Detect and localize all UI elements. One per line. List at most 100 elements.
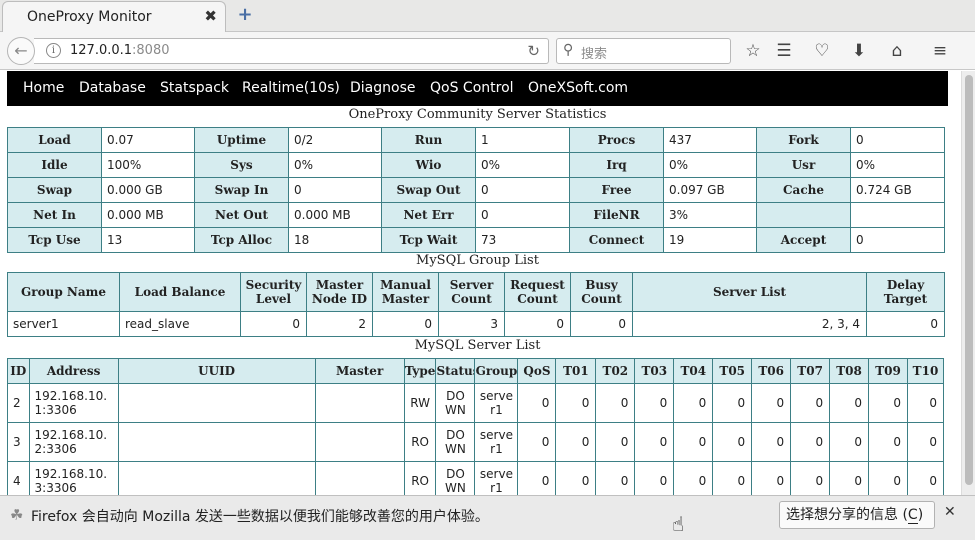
- page-content: Home Database Statspack Realtime(10s) Di…: [0, 71, 975, 495]
- table-cell: 0: [751, 422, 792, 462]
- stat-label: Connect: [569, 227, 664, 253]
- table-cell: 0: [555, 461, 597, 495]
- stat-label: Irq: [569, 152, 664, 178]
- column-header: Type: [403, 358, 437, 384]
- reload-icon[interactable]: ↻: [527, 42, 540, 60]
- stat-label: Net Out: [194, 202, 289, 228]
- table-row: 3 192.168.10.2:3306 RO DOWN server1 0 0 0 0 0 0 0 0 0…: [7, 422, 944, 462]
- stat-value: 0%: [288, 152, 382, 178]
- url-bar[interactable]: i 127.0.0.1:8080 ↻: [34, 38, 549, 64]
- column-header: T10: [907, 358, 944, 384]
- stat-value: 0.07: [101, 127, 195, 153]
- search-input[interactable]: ⚲ 搜索: [556, 38, 731, 64]
- stat-label: Run: [381, 127, 476, 153]
- stats-row: Swap 0.000 GB Swap In 0 Swap Out 0 Free 0.097 G…: [7, 177, 945, 203]
- table-cell: RO: [403, 422, 437, 462]
- server-stats-table: Load 0.07 Uptime 0/2 Run 1 Procs 437 Fork 0 Idle 10…: [7, 127, 945, 253]
- menu-diagnose[interactable]: Diagnose: [350, 80, 415, 96]
- table-cell: 0: [790, 383, 831, 423]
- table-cell: [117, 383, 316, 423]
- stat-value: 0: [850, 127, 945, 153]
- column-header: QoS: [517, 358, 557, 384]
- stat-value: 0%: [663, 152, 757, 178]
- lightbulb-icon: ☘: [10, 506, 24, 524]
- table-cell: 0: [907, 422, 944, 462]
- stats-row: Load 0.07 Uptime 0/2 Run 1 Procs 437 Fork 0: [7, 127, 945, 153]
- column-header: T04: [673, 358, 714, 384]
- table-cell: 0: [634, 422, 675, 462]
- stat-value: 13: [101, 227, 195, 253]
- page-scrollbar[interactable]: [961, 71, 975, 495]
- table-cell: [314, 461, 405, 495]
- column-header: T05: [712, 358, 753, 384]
- menu-onexsoft[interactable]: OneXSoft.com: [528, 80, 628, 96]
- choose-share-label: 选择想分享的信息: [786, 507, 898, 523]
- table-cell: 0: [595, 422, 636, 462]
- column-header: Security Level: [240, 272, 307, 312]
- menu-database[interactable]: Database: [79, 80, 146, 96]
- close-tab-icon[interactable]: ✖: [204, 7, 217, 25]
- server-list-caption: MySQL Server List: [414, 338, 541, 353]
- browser-tab[interactable]: OneProxy Monitor ✖: [2, 1, 226, 32]
- table-cell: 0: [555, 383, 597, 423]
- column-header: Manual Master: [372, 272, 439, 312]
- site-menu-bar: Home Database Statspack Realtime(10s) Di…: [7, 71, 948, 106]
- stat-label: Cache: [756, 177, 851, 203]
- column-header: Group Name: [7, 272, 120, 312]
- stat-label: Swap Out: [381, 177, 476, 203]
- stat-label: FileNR: [569, 202, 664, 228]
- menu-statspack[interactable]: Statspack: [160, 80, 229, 96]
- pocket-icon[interactable]: ♡: [811, 40, 833, 62]
- table-cell: [117, 461, 316, 495]
- info-icon[interactable]: i: [46, 43, 61, 58]
- table-cell: read_slave: [119, 311, 241, 337]
- tab-bar: OneProxy Monitor ✖ +: [0, 0, 975, 32]
- stat-value: 0%: [850, 152, 945, 178]
- new-tab-icon[interactable]: +: [234, 4, 256, 26]
- close-notification-icon[interactable]: ✕: [944, 504, 956, 520]
- table-cell: 2: [7, 383, 30, 423]
- menu-realtime[interactable]: Realtime(10s): [242, 80, 340, 96]
- menu-icon[interactable]: ≡: [929, 40, 951, 62]
- table-cell: 0: [751, 461, 792, 495]
- scrollbar-thumb[interactable]: [965, 75, 973, 485]
- column-header: Busy Count: [570, 272, 633, 312]
- table-cell: 0: [829, 383, 870, 423]
- stat-label: Tcp Wait: [381, 227, 476, 253]
- stat-label: Wio: [381, 152, 476, 178]
- stat-value: 0: [475, 202, 570, 228]
- table-cell: 0: [517, 383, 557, 423]
- stat-value: 437: [663, 127, 757, 153]
- group-list-caption: MySQL Group List: [416, 253, 539, 268]
- stat-value: 0%: [475, 152, 570, 178]
- table-cell: server1: [474, 383, 519, 423]
- back-arrow-icon: ←: [14, 41, 28, 60]
- table-cell: 0: [504, 311, 571, 337]
- back-button[interactable]: ←: [7, 37, 35, 65]
- table-cell: server1: [474, 422, 519, 462]
- table-cell: 0: [829, 461, 870, 495]
- table-cell: DOWN: [435, 383, 476, 423]
- menu-qos-control[interactable]: QoS Control: [430, 80, 514, 96]
- bookmark-star-icon[interactable]: ☆: [742, 40, 764, 62]
- stat-label: Swap: [7, 177, 102, 203]
- column-header: T03: [634, 358, 675, 384]
- url-port: :8080: [132, 43, 170, 58]
- reading-list-icon[interactable]: ☰: [773, 40, 795, 62]
- stat-value: 19: [663, 227, 757, 253]
- table-cell: 3: [438, 311, 505, 337]
- home-icon[interactable]: ⌂: [886, 40, 908, 62]
- download-icon[interactable]: ⬇: [848, 40, 870, 62]
- search-icon: ⚲: [563, 42, 574, 58]
- table-cell: 0: [751, 383, 792, 423]
- table-cell: 0: [372, 311, 439, 337]
- column-header: Master: [314, 358, 405, 384]
- choose-share-button[interactable]: 选择想分享的信息 (C): [779, 501, 935, 529]
- stat-label: Uptime: [194, 127, 289, 153]
- table-cell: [314, 422, 405, 462]
- column-header: Address: [28, 358, 119, 384]
- stat-value: [850, 202, 945, 228]
- column-header: Status: [435, 358, 476, 384]
- stat-value: 0.097 GB: [663, 177, 757, 203]
- menu-home[interactable]: Home: [23, 80, 64, 96]
